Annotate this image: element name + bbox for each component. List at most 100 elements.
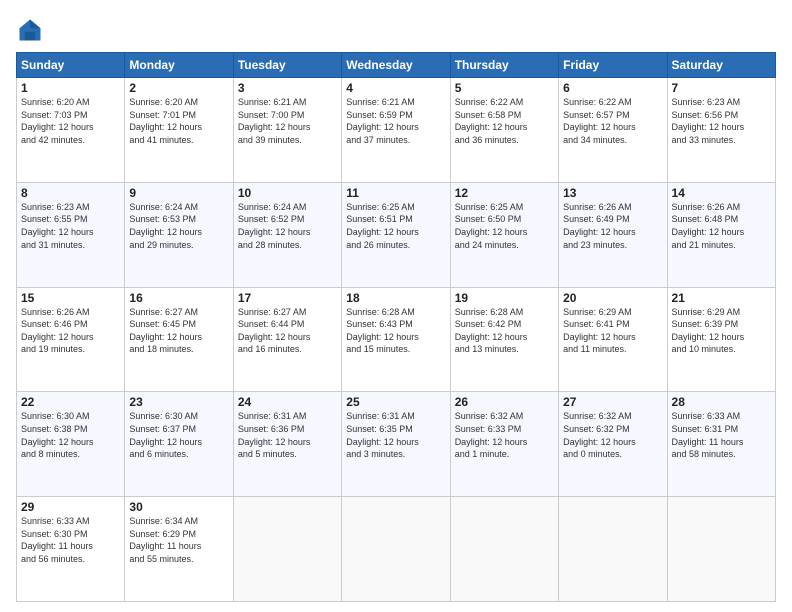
day-number: 30 <box>129 500 228 514</box>
day-content: Sunrise: 6:31 AMSunset: 6:36 PMDaylight:… <box>238 410 337 460</box>
weekday-header: Monday <box>125 53 233 78</box>
calendar-cell: 23Sunrise: 6:30 AMSunset: 6:37 PMDayligh… <box>125 392 233 497</box>
day-number: 7 <box>672 81 771 95</box>
day-content: Sunrise: 6:25 AMSunset: 6:51 PMDaylight:… <box>346 201 445 251</box>
day-content: Sunrise: 6:27 AMSunset: 6:45 PMDaylight:… <box>129 306 228 356</box>
day-number: 12 <box>455 186 554 200</box>
day-content: Sunrise: 6:30 AMSunset: 6:38 PMDaylight:… <box>21 410 120 460</box>
calendar-cell: 16Sunrise: 6:27 AMSunset: 6:45 PMDayligh… <box>125 287 233 392</box>
calendar-cell: 13Sunrise: 6:26 AMSunset: 6:49 PMDayligh… <box>559 182 667 287</box>
day-number: 21 <box>672 291 771 305</box>
calendar-cell <box>342 497 450 602</box>
logo <box>16 16 48 44</box>
day-content: Sunrise: 6:34 AMSunset: 6:29 PMDaylight:… <box>129 515 228 565</box>
calendar-cell: 15Sunrise: 6:26 AMSunset: 6:46 PMDayligh… <box>17 287 125 392</box>
day-content: Sunrise: 6:26 AMSunset: 6:48 PMDaylight:… <box>672 201 771 251</box>
calendar-cell: 11Sunrise: 6:25 AMSunset: 6:51 PMDayligh… <box>342 182 450 287</box>
calendar-cell: 25Sunrise: 6:31 AMSunset: 6:35 PMDayligh… <box>342 392 450 497</box>
calendar-cell: 3Sunrise: 6:21 AMSunset: 7:00 PMDaylight… <box>233 78 341 183</box>
calendar-cell: 20Sunrise: 6:29 AMSunset: 6:41 PMDayligh… <box>559 287 667 392</box>
day-number: 20 <box>563 291 662 305</box>
day-number: 24 <box>238 395 337 409</box>
day-content: Sunrise: 6:32 AMSunset: 6:32 PMDaylight:… <box>563 410 662 460</box>
calendar-cell: 29Sunrise: 6:33 AMSunset: 6:30 PMDayligh… <box>17 497 125 602</box>
weekday-header: Sunday <box>17 53 125 78</box>
day-number: 1 <box>21 81 120 95</box>
day-content: Sunrise: 6:26 AMSunset: 6:46 PMDaylight:… <box>21 306 120 356</box>
day-number: 19 <box>455 291 554 305</box>
day-number: 3 <box>238 81 337 95</box>
day-number: 11 <box>346 186 445 200</box>
day-content: Sunrise: 6:24 AMSunset: 6:53 PMDaylight:… <box>129 201 228 251</box>
day-number: 14 <box>672 186 771 200</box>
day-number: 26 <box>455 395 554 409</box>
day-number: 8 <box>21 186 120 200</box>
calendar-cell: 8Sunrise: 6:23 AMSunset: 6:55 PMDaylight… <box>17 182 125 287</box>
calendar-cell: 22Sunrise: 6:30 AMSunset: 6:38 PMDayligh… <box>17 392 125 497</box>
day-content: Sunrise: 6:23 AMSunset: 6:56 PMDaylight:… <box>672 96 771 146</box>
calendar-table: SundayMondayTuesdayWednesdayThursdayFrid… <box>16 52 776 602</box>
calendar-cell: 26Sunrise: 6:32 AMSunset: 6:33 PMDayligh… <box>450 392 558 497</box>
day-number: 29 <box>21 500 120 514</box>
day-number: 23 <box>129 395 228 409</box>
day-number: 18 <box>346 291 445 305</box>
day-content: Sunrise: 6:31 AMSunset: 6:35 PMDaylight:… <box>346 410 445 460</box>
calendar-cell: 30Sunrise: 6:34 AMSunset: 6:29 PMDayligh… <box>125 497 233 602</box>
calendar-cell: 28Sunrise: 6:33 AMSunset: 6:31 PMDayligh… <box>667 392 775 497</box>
day-content: Sunrise: 6:32 AMSunset: 6:33 PMDaylight:… <box>455 410 554 460</box>
day-number: 27 <box>563 395 662 409</box>
day-number: 25 <box>346 395 445 409</box>
day-content: Sunrise: 6:20 AMSunset: 7:01 PMDaylight:… <box>129 96 228 146</box>
day-number: 10 <box>238 186 337 200</box>
calendar-cell: 19Sunrise: 6:28 AMSunset: 6:42 PMDayligh… <box>450 287 558 392</box>
calendar-cell <box>450 497 558 602</box>
calendar-cell: 7Sunrise: 6:23 AMSunset: 6:56 PMDaylight… <box>667 78 775 183</box>
calendar-cell: 18Sunrise: 6:28 AMSunset: 6:43 PMDayligh… <box>342 287 450 392</box>
weekday-header: Saturday <box>667 53 775 78</box>
calendar-cell: 1Sunrise: 6:20 AMSunset: 7:03 PMDaylight… <box>17 78 125 183</box>
day-content: Sunrise: 6:30 AMSunset: 6:37 PMDaylight:… <box>129 410 228 460</box>
calendar-cell: 9Sunrise: 6:24 AMSunset: 6:53 PMDaylight… <box>125 182 233 287</box>
day-number: 28 <box>672 395 771 409</box>
weekday-header: Tuesday <box>233 53 341 78</box>
calendar-cell: 24Sunrise: 6:31 AMSunset: 6:36 PMDayligh… <box>233 392 341 497</box>
calendar-cell <box>559 497 667 602</box>
day-content: Sunrise: 6:33 AMSunset: 6:30 PMDaylight:… <box>21 515 120 565</box>
logo-icon <box>16 16 44 44</box>
day-number: 4 <box>346 81 445 95</box>
calendar-cell: 21Sunrise: 6:29 AMSunset: 6:39 PMDayligh… <box>667 287 775 392</box>
day-content: Sunrise: 6:29 AMSunset: 6:41 PMDaylight:… <box>563 306 662 356</box>
day-content: Sunrise: 6:24 AMSunset: 6:52 PMDaylight:… <box>238 201 337 251</box>
calendar-cell: 17Sunrise: 6:27 AMSunset: 6:44 PMDayligh… <box>233 287 341 392</box>
calendar-cell: 2Sunrise: 6:20 AMSunset: 7:01 PMDaylight… <box>125 78 233 183</box>
weekday-header: Friday <box>559 53 667 78</box>
header <box>16 16 776 44</box>
day-content: Sunrise: 6:29 AMSunset: 6:39 PMDaylight:… <box>672 306 771 356</box>
calendar-cell: 5Sunrise: 6:22 AMSunset: 6:58 PMDaylight… <box>450 78 558 183</box>
day-content: Sunrise: 6:21 AMSunset: 6:59 PMDaylight:… <box>346 96 445 146</box>
calendar-cell: 12Sunrise: 6:25 AMSunset: 6:50 PMDayligh… <box>450 182 558 287</box>
calendar-cell <box>233 497 341 602</box>
day-content: Sunrise: 6:27 AMSunset: 6:44 PMDaylight:… <box>238 306 337 356</box>
day-number: 13 <box>563 186 662 200</box>
calendar-cell <box>667 497 775 602</box>
day-content: Sunrise: 6:33 AMSunset: 6:31 PMDaylight:… <box>672 410 771 460</box>
calendar-cell: 4Sunrise: 6:21 AMSunset: 6:59 PMDaylight… <box>342 78 450 183</box>
day-number: 6 <box>563 81 662 95</box>
day-number: 17 <box>238 291 337 305</box>
day-content: Sunrise: 6:23 AMSunset: 6:55 PMDaylight:… <box>21 201 120 251</box>
day-number: 9 <box>129 186 228 200</box>
day-content: Sunrise: 6:22 AMSunset: 6:57 PMDaylight:… <box>563 96 662 146</box>
calendar-cell: 6Sunrise: 6:22 AMSunset: 6:57 PMDaylight… <box>559 78 667 183</box>
day-content: Sunrise: 6:25 AMSunset: 6:50 PMDaylight:… <box>455 201 554 251</box>
day-number: 22 <box>21 395 120 409</box>
weekday-header: Wednesday <box>342 53 450 78</box>
day-number: 2 <box>129 81 228 95</box>
day-content: Sunrise: 6:22 AMSunset: 6:58 PMDaylight:… <box>455 96 554 146</box>
calendar-cell: 14Sunrise: 6:26 AMSunset: 6:48 PMDayligh… <box>667 182 775 287</box>
calendar-cell: 27Sunrise: 6:32 AMSunset: 6:32 PMDayligh… <box>559 392 667 497</box>
calendar-cell: 10Sunrise: 6:24 AMSunset: 6:52 PMDayligh… <box>233 182 341 287</box>
day-content: Sunrise: 6:28 AMSunset: 6:43 PMDaylight:… <box>346 306 445 356</box>
day-content: Sunrise: 6:21 AMSunset: 7:00 PMDaylight:… <box>238 96 337 146</box>
day-content: Sunrise: 6:20 AMSunset: 7:03 PMDaylight:… <box>21 96 120 146</box>
